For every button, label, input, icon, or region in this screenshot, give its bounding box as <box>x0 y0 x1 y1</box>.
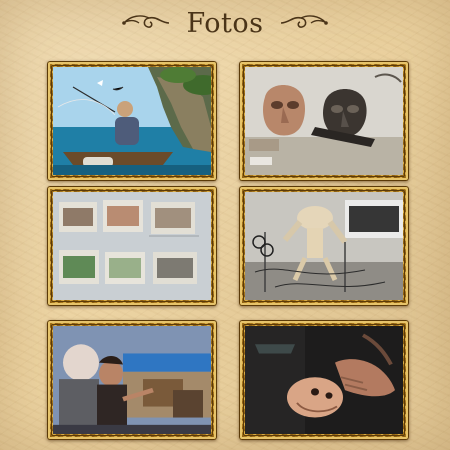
puppet-workshop-photo[interactable] <box>245 192 403 300</box>
animators-set-photo[interactable] <box>53 326 211 434</box>
flourish-right-icon <box>281 15 329 28</box>
hand-puppet-head-photo[interactable] <box>245 326 403 434</box>
gallery-frame-1[interactable] <box>47 61 217 181</box>
flourish-left-icon <box>121 15 169 28</box>
fisherman-boat-photo[interactable] <box>53 67 211 175</box>
gallery-frame-6[interactable] <box>239 320 409 440</box>
clay-masks-photo[interactable] <box>245 67 403 175</box>
page-title: Fotos <box>186 7 264 39</box>
gallery-frame-3[interactable] <box>47 186 217 306</box>
page-header: Fotos <box>0 0 450 46</box>
storyboard-wall-photo[interactable] <box>53 192 211 300</box>
gallery-frame-4[interactable] <box>239 186 409 306</box>
gallery-frame-2[interactable] <box>239 61 409 181</box>
gallery-frame-5[interactable] <box>47 320 217 440</box>
